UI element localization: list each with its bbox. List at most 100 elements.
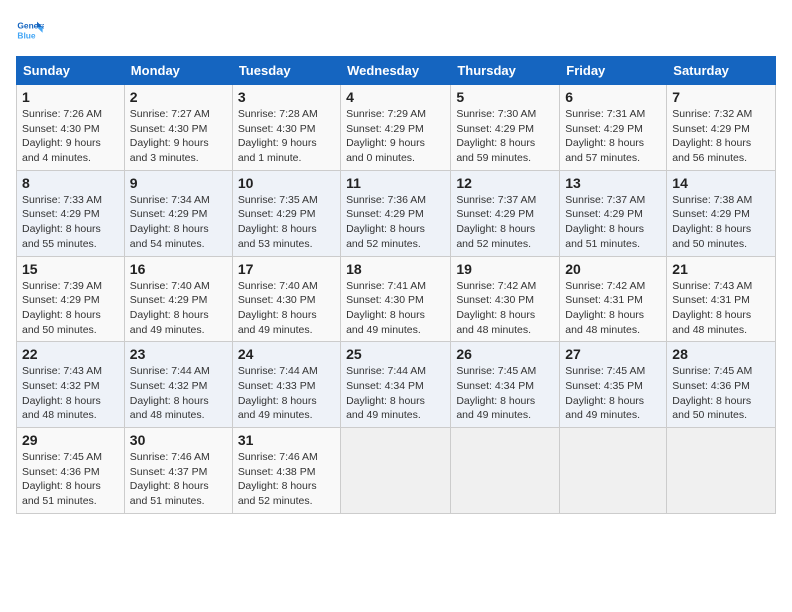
- day-info: Sunrise: 7:35 AMSunset: 4:29 PMDaylight:…: [238, 193, 335, 252]
- day-cell: [341, 428, 451, 514]
- day-info: Sunrise: 7:28 AMSunset: 4:30 PMDaylight:…: [238, 107, 335, 166]
- day-number: 12: [456, 175, 554, 191]
- day-number: 30: [130, 432, 227, 448]
- week-row-3: 15 Sunrise: 7:39 AMSunset: 4:29 PMDayligh…: [17, 256, 776, 342]
- day-number: 1: [22, 89, 119, 105]
- day-cell: 17 Sunrise: 7:40 AMSunset: 4:30 PMDayligh…: [232, 256, 340, 342]
- header-cell-thursday: Thursday: [451, 57, 560, 85]
- day-number: 7: [672, 89, 770, 105]
- day-cell: 3 Sunrise: 7:28 AMSunset: 4:30 PMDaylight…: [232, 85, 340, 171]
- day-info: Sunrise: 7:45 AMSunset: 4:35 PMDaylight:…: [565, 364, 661, 423]
- day-cell: 18 Sunrise: 7:41 AMSunset: 4:30 PMDayligh…: [341, 256, 451, 342]
- day-cell: 9 Sunrise: 7:34 AMSunset: 4:29 PMDaylight…: [124, 170, 232, 256]
- day-info: Sunrise: 7:38 AMSunset: 4:29 PMDaylight:…: [672, 193, 770, 252]
- day-cell: 31Sunrise: 7:46 AMSunset: 4:38 PMDayligh…: [232, 428, 340, 514]
- day-number: 13: [565, 175, 661, 191]
- day-number: 9: [130, 175, 227, 191]
- header-cell-monday: Monday: [124, 57, 232, 85]
- day-info: Sunrise: 7:40 AMSunset: 4:29 PMDaylight:…: [130, 279, 227, 338]
- day-number: 18: [346, 261, 445, 277]
- day-cell: 30 Sunrise: 7:46 AMSunset: 4:37 PMDayligh…: [124, 428, 232, 514]
- day-number: 21: [672, 261, 770, 277]
- day-info: Sunrise: 7:39 AMSunset: 4:29 PMDaylight:…: [22, 279, 119, 338]
- day-cell: 10 Sunrise: 7:35 AMSunset: 4:29 PMDayligh…: [232, 170, 340, 256]
- day-number: 17: [238, 261, 335, 277]
- day-cell: 1 Sunrise: 7:26 AMSunset: 4:30 PMDaylight…: [17, 85, 125, 171]
- week-row-4: 22 Sunrise: 7:43 AMSunset: 4:32 PMDayligh…: [17, 342, 776, 428]
- day-number: 22: [22, 346, 119, 362]
- calendar-table: SundayMondayTuesdayWednesdayThursdayFrid…: [16, 56, 776, 514]
- day-info: Sunrise: 7:45 AMSunset: 4:34 PMDaylight:…: [456, 364, 554, 423]
- day-info: Sunrise: 7:43 AMSunset: 4:32 PMDaylight:…: [22, 364, 119, 423]
- day-cell: 4Sunrise: 7:29 AMSunset: 4:29 PMDaylight…: [341, 85, 451, 171]
- day-number: 26: [456, 346, 554, 362]
- day-number: 27: [565, 346, 661, 362]
- day-info: Sunrise: 7:37 AMSunset: 4:29 PMDaylight:…: [456, 193, 554, 252]
- day-info: Sunrise: 7:46 AMSunset: 4:37 PMDaylight:…: [130, 450, 227, 509]
- svg-text:Blue: Blue: [17, 30, 35, 40]
- day-cell: 8Sunrise: 7:33 AMSunset: 4:29 PMDaylight…: [17, 170, 125, 256]
- day-info: Sunrise: 7:42 AMSunset: 4:31 PMDaylight:…: [565, 279, 661, 338]
- day-number: 25: [346, 346, 445, 362]
- day-info: Sunrise: 7:30 AMSunset: 4:29 PMDaylight:…: [456, 107, 554, 166]
- day-number: 5: [456, 89, 554, 105]
- header-cell-saturday: Saturday: [667, 57, 776, 85]
- day-cell: 19 Sunrise: 7:42 AMSunset: 4:30 PMDayligh…: [451, 256, 560, 342]
- day-number: 19: [456, 261, 554, 277]
- week-row-5: 29Sunrise: 7:45 AMSunset: 4:36 PMDayligh…: [17, 428, 776, 514]
- day-info: Sunrise: 7:37 AMSunset: 4:29 PMDaylight:…: [565, 193, 661, 252]
- day-cell: 11Sunrise: 7:36 AMSunset: 4:29 PMDayligh…: [341, 170, 451, 256]
- day-info: Sunrise: 7:26 AMSunset: 4:30 PMDaylight:…: [22, 107, 119, 166]
- day-info: Sunrise: 7:34 AMSunset: 4:29 PMDaylight:…: [130, 193, 227, 252]
- week-row-1: 1 Sunrise: 7:26 AMSunset: 4:30 PMDaylight…: [17, 85, 776, 171]
- day-cell: 2 Sunrise: 7:27 AMSunset: 4:30 PMDaylight…: [124, 85, 232, 171]
- day-number: 8: [22, 175, 119, 191]
- day-info: Sunrise: 7:45 AMSunset: 4:36 PMDaylight:…: [672, 364, 770, 423]
- day-cell: 26 Sunrise: 7:45 AMSunset: 4:34 PMDayligh…: [451, 342, 560, 428]
- day-info: Sunrise: 7:40 AMSunset: 4:30 PMDaylight:…: [238, 279, 335, 338]
- day-info: Sunrise: 7:32 AMSunset: 4:29 PMDaylight:…: [672, 107, 770, 166]
- day-info: Sunrise: 7:36 AMSunset: 4:29 PMDaylight:…: [346, 193, 445, 252]
- day-info: Sunrise: 7:44 AMSunset: 4:33 PMDaylight:…: [238, 364, 335, 423]
- day-cell: 14 Sunrise: 7:38 AMSunset: 4:29 PMDayligh…: [667, 170, 776, 256]
- logo: General Blue: [16, 16, 48, 44]
- day-number: 3: [238, 89, 335, 105]
- day-number: 16: [130, 261, 227, 277]
- day-number: 20: [565, 261, 661, 277]
- day-cell: 21 Sunrise: 7:43 AMSunset: 4:31 PMDayligh…: [667, 256, 776, 342]
- day-number: 24: [238, 346, 335, 362]
- day-info: Sunrise: 7:27 AMSunset: 4:30 PMDaylight:…: [130, 107, 227, 166]
- day-info: Sunrise: 7:44 AMSunset: 4:32 PMDaylight:…: [130, 364, 227, 423]
- day-number: 31: [238, 432, 335, 448]
- header-cell-tuesday: Tuesday: [232, 57, 340, 85]
- day-number: 15: [22, 261, 119, 277]
- day-cell: 20 Sunrise: 7:42 AMSunset: 4:31 PMDayligh…: [560, 256, 667, 342]
- day-info: Sunrise: 7:43 AMSunset: 4:31 PMDaylight:…: [672, 279, 770, 338]
- week-row-2: 8Sunrise: 7:33 AMSunset: 4:29 PMDaylight…: [17, 170, 776, 256]
- day-info: Sunrise: 7:44 AMSunset: 4:34 PMDaylight:…: [346, 364, 445, 423]
- day-cell: 27 Sunrise: 7:45 AMSunset: 4:35 PMDayligh…: [560, 342, 667, 428]
- header-row: SundayMondayTuesdayWednesdayThursdayFrid…: [17, 57, 776, 85]
- day-number: 2: [130, 89, 227, 105]
- day-info: Sunrise: 7:45 AMSunset: 4:36 PMDaylight:…: [22, 450, 119, 509]
- day-cell: 16 Sunrise: 7:40 AMSunset: 4:29 PMDayligh…: [124, 256, 232, 342]
- day-number: 14: [672, 175, 770, 191]
- day-cell: 28Sunrise: 7:45 AMSunset: 4:36 PMDayligh…: [667, 342, 776, 428]
- day-info: Sunrise: 7:42 AMSunset: 4:30 PMDaylight:…: [456, 279, 554, 338]
- day-number: 23: [130, 346, 227, 362]
- header-cell-friday: Friday: [560, 57, 667, 85]
- logo-icon: General Blue: [16, 16, 44, 44]
- page-header: General Blue: [16, 16, 776, 44]
- day-number: 6: [565, 89, 661, 105]
- day-number: 4: [346, 89, 445, 105]
- day-cell: 22 Sunrise: 7:43 AMSunset: 4:32 PMDayligh…: [17, 342, 125, 428]
- header-cell-wednesday: Wednesday: [341, 57, 451, 85]
- day-info: Sunrise: 7:41 AMSunset: 4:30 PMDaylight:…: [346, 279, 445, 338]
- day-number: 10: [238, 175, 335, 191]
- day-cell: 13 Sunrise: 7:37 AMSunset: 4:29 PMDayligh…: [560, 170, 667, 256]
- day-cell: 24 Sunrise: 7:44 AMSunset: 4:33 PMDayligh…: [232, 342, 340, 428]
- day-cell: 7 Sunrise: 7:32 AMSunset: 4:29 PMDaylight…: [667, 85, 776, 171]
- day-cell: 15 Sunrise: 7:39 AMSunset: 4:29 PMDayligh…: [17, 256, 125, 342]
- header-cell-sunday: Sunday: [17, 57, 125, 85]
- day-cell: 25 Sunrise: 7:44 AMSunset: 4:34 PMDayligh…: [341, 342, 451, 428]
